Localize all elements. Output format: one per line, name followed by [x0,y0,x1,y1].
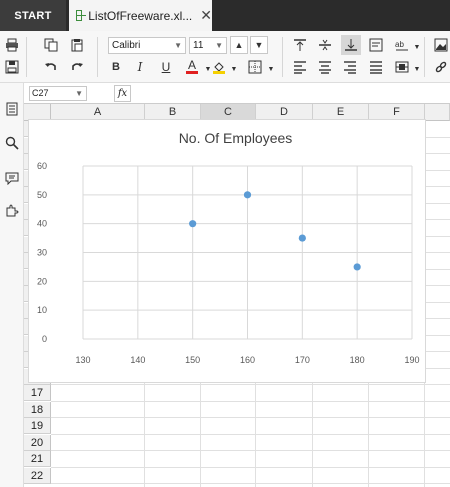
close-icon[interactable]: ✕ [200,7,212,24]
bold-button[interactable]: B [107,58,125,76]
undo-icon[interactable] [42,58,60,76]
paste-icon[interactable] [68,36,86,54]
y-tick-label: 0 [42,334,47,344]
y-tick-label: 60 [37,161,47,171]
row-header-18[interactable]: 18 [24,401,51,418]
name-box[interactable]: C27 ▼ [29,86,87,101]
name-box-value: C27 [32,88,49,98]
align-top-icon[interactable] [291,36,309,54]
toolbar-separator [282,37,283,77]
align-center-icon[interactable] [316,58,334,76]
row-header-22[interactable]: 22 [24,467,51,484]
tab-file[interactable]: ListOfFreeware.xl... ✕ [69,0,212,31]
chevron-down-icon: ▼ [75,89,83,98]
row-header-20[interactable]: 20 [24,434,51,451]
grid-row-line [51,384,450,385]
font-name-select[interactable]: Calibri ▼ [108,37,186,54]
toolbar-separator [97,37,98,77]
align-right-icon[interactable] [341,58,359,76]
search-icon[interactable] [4,135,20,151]
chevron-down-icon[interactable]: ▼ [225,60,243,78]
x-tick-label: 180 [350,355,365,365]
tab-file-label: ListOfFreeware.xl... [88,8,193,23]
formula-bar: C27 ▼ fx [24,83,450,104]
save-icon[interactable] [3,58,21,76]
grid-row-line [51,400,450,402]
row-header-21[interactable]: 21 [24,451,51,467]
y-tick-label: 40 [37,219,47,229]
chevron-down-icon: ▼ [215,41,223,50]
comment-icon[interactable] [4,170,20,186]
svg-text:ab: ab [395,40,404,49]
link-icon[interactable] [432,58,450,76]
x-tick-label: 140 [130,355,145,365]
grid-row-line [51,433,450,435]
font-size-value: 11 [193,40,204,51]
align-left-icon[interactable] [291,58,309,76]
chart-canvas: No. Of Employees 0 10 20 30 40 50 60 130 140 150 16… [37,130,420,365]
x-tick-label: 190 [404,355,419,365]
italic-button[interactable]: I [131,58,149,76]
print-icon[interactable] [3,36,21,54]
grid-row-line [51,450,450,451]
font-color-swatch [186,71,198,74]
copy-icon[interactable] [42,36,60,54]
decrease-font-button[interactable]: ▼ [250,36,268,54]
spreadsheet-icon [76,10,87,21]
x-tick-label: 130 [75,355,90,365]
chevron-down-icon[interactable]: ▼ [262,60,280,78]
y-tick-label: 50 [37,190,47,200]
align-bottom-icon[interactable] [341,35,361,55]
tab-start[interactable]: START [0,0,66,31]
increase-font-button[interactable]: ▲ [230,36,248,54]
chart-title: No. Of Employees [179,130,293,146]
underline-button[interactable]: U [157,58,175,76]
grid-row-line [51,483,450,484]
font-size-select[interactable]: 11 ▼ [189,37,227,54]
fx-label: fx [117,88,128,99]
chevron-down-icon: ▼ [174,41,182,50]
x-tick-label: 160 [240,355,255,365]
data-point [243,191,252,199]
function-icon[interactable]: fx [114,85,131,102]
data-point [298,234,306,242]
bold-label: B [112,61,120,73]
x-tick-label: 170 [295,355,310,365]
wrap-text-icon[interactable] [367,36,385,54]
data-point [353,263,361,271]
y-tick-label: 30 [37,248,47,258]
redo-icon[interactable] [68,58,86,76]
justify-icon[interactable] [367,58,385,76]
insert-image-icon[interactable] [432,36,450,54]
grid-row-line [51,466,450,468]
font-color-label: A [187,58,196,72]
font-name-value: Calibri [112,40,141,51]
y-tick-label: 10 [37,305,47,315]
column-header-overflow[interactable] [425,104,450,121]
data-point [189,220,197,228]
align-middle-icon[interactable] [316,36,334,54]
row-header-17[interactable]: 17 [24,385,51,401]
row-header-19[interactable]: 19 [24,418,51,434]
x-tick-label: 150 [185,355,200,365]
plugin-icon[interactable] [4,203,20,219]
y-tick-label: 20 [37,276,47,286]
italic-label: I [137,60,143,74]
tab-bar: START ListOfFreeware.xl... ✕ [0,0,450,31]
side-panel [0,83,24,487]
toolbar: Calibri ▼ 11 ▼ ▲ ▼ B I U A ▼ ▼ ▼ ab ▼ ▼ [0,31,450,83]
scatter-chart[interactable]: No. Of Employees 0 10 20 30 40 50 60 130 140 150 16… [28,119,426,383]
tab-start-label: START [14,9,52,22]
grid-row-line [51,417,450,418]
toolbar-separator [26,37,27,77]
toolbar-separator [424,37,425,77]
document-icon[interactable] [4,101,20,117]
underline-label: U [161,60,171,74]
